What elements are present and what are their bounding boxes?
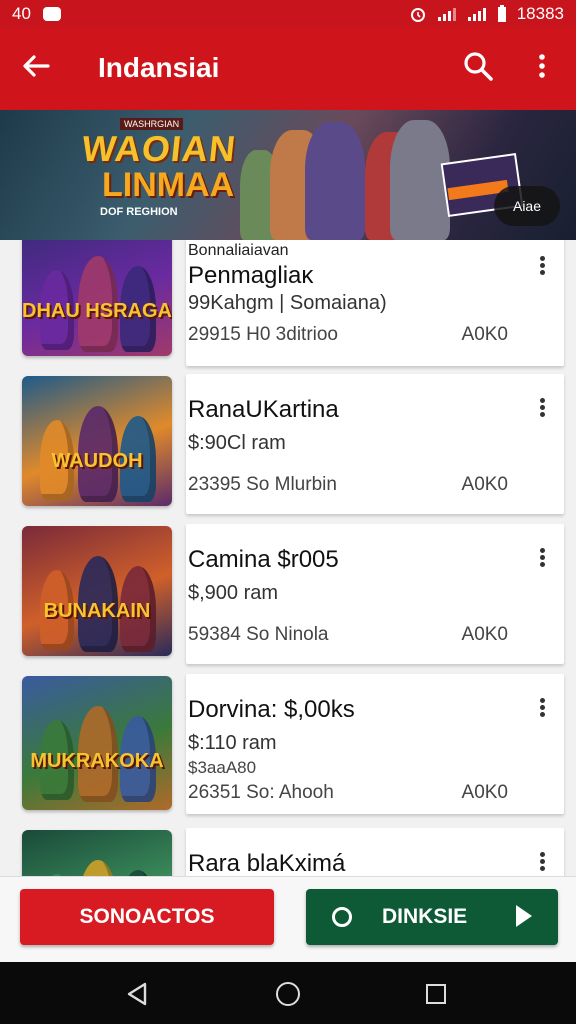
item-subtitle-2: $3aaA80 [188, 758, 257, 777]
primary-action-label: SONOACTOS [79, 905, 215, 928]
item-meta: 29915 H0 3ditrioo [188, 324, 338, 345]
thumb-title: BUNAKAIN [43, 600, 151, 622]
more-vert-icon[interactable] [534, 546, 550, 572]
item-title: Penmagliaĸ [188, 262, 314, 289]
primary-action-button[interactable]: SONOACTOS [20, 889, 274, 945]
item-title: Rara blaKximá [188, 850, 346, 876]
banner-chip-label: Aiae [512, 198, 542, 214]
banner-chip[interactable]: Aiae [494, 186, 560, 226]
item-subtitle: $:110 ram [188, 732, 277, 754]
item-subtitle: $,900 ram [188, 582, 279, 604]
thumb-character [78, 860, 118, 876]
item-price: A0K0 [461, 782, 508, 803]
item-title: Camina $r005 [188, 546, 339, 573]
item-title: Dorvina: $,00ks [188, 696, 355, 723]
promo-banner[interactable]: WASHRGIAN WAOIAN LINMAA DOF REGHION Aiae [0, 110, 576, 240]
item-meta: 26351 So: Ahooh [188, 782, 334, 803]
thumb-title: WAUDOH [51, 450, 143, 472]
hero-figure-5 [390, 120, 450, 240]
game-list: DHAU HSRAGA Bonnaliaiavan Penmagliaĸ 99K… [0, 240, 576, 876]
signal-icon [437, 8, 456, 21]
item-subtitle: 99Kahgm | Somaiana) [188, 292, 387, 314]
secondary-action-button[interactable]: DINKSIE [306, 889, 558, 945]
thumb-title: DHAU HSRAGA [22, 300, 172, 322]
banner-title-line2: LINMAA [102, 166, 235, 204]
item-meta: 23395 So Mlurbin [188, 474, 337, 495]
battery-icon [497, 5, 506, 22]
status-bar: 40 18383 [0, 0, 576, 28]
alarm-icon [410, 8, 425, 22]
status-time: 18383 [516, 4, 564, 23]
list-item[interactable]: Bonnaliaiavan Penmagliaĸ 99Kahgm | Somai… [186, 240, 564, 366]
thumb-title: MUKRAKOKA [30, 750, 164, 772]
item-price: A0K0 [461, 624, 508, 645]
item-title: RanaUKartina [188, 396, 339, 423]
circle-icon [332, 907, 352, 927]
item-price: A0K0 [461, 324, 508, 345]
item-overline: Bonnaliaiavan [188, 242, 289, 259]
page-title: Indansiai [98, 52, 220, 83]
list-item[interactable]: Camina $r005 $,900 ram 59384 So Ninola A… [186, 524, 564, 664]
signal-icon-2 [467, 8, 486, 21]
system-nav-bar [0, 962, 576, 1024]
search-icon[interactable] [462, 50, 494, 82]
nav-back-icon[interactable] [126, 982, 148, 1006]
item-thumbnail[interactable]: MUKRAKOKA [22, 676, 172, 810]
list-item[interactable]: Rara blaKximá [186, 828, 564, 876]
more-vert-icon[interactable] [534, 696, 550, 722]
more-vert-icon[interactable] [534, 850, 550, 876]
item-subtitle: $:90Cl ram [188, 432, 286, 454]
more-vert-icon[interactable] [532, 50, 552, 82]
bottom-action-bar: SONOACTOS DINKSIE [0, 876, 576, 963]
list-item[interactable]: RanaUKartina $:90Cl ram 23395 So Mlurbin… [186, 374, 564, 514]
message-icon [42, 7, 61, 21]
banner-subtitle: DOF REGHION [100, 206, 178, 218]
hero-figure-3 [305, 122, 365, 240]
back-arrow-icon[interactable] [20, 50, 52, 82]
more-vert-icon[interactable] [534, 396, 550, 422]
item-thumbnail[interactable]: WAUDOH [22, 376, 172, 506]
item-thumbnail[interactable]: DHAU HSRAGA [22, 240, 172, 356]
status-left-text: 40 [12, 4, 31, 23]
banner-title-line1: WAOIAN [79, 128, 239, 169]
nav-recents-icon[interactable] [426, 984, 446, 1004]
secondary-action-label: DINKSIE [382, 905, 468, 928]
play-icon [516, 905, 532, 927]
more-vert-icon[interactable] [534, 254, 550, 280]
app-bar: Indansiai [0, 28, 576, 110]
item-meta: 59384 So Ninola [188, 624, 329, 645]
item-thumbnail[interactable] [22, 830, 172, 876]
nav-home-icon[interactable] [276, 982, 300, 1006]
item-thumbnail[interactable]: BUNAKAIN [22, 526, 172, 656]
list-item[interactable]: Dorvina: $,00ks $:110 ram $3aaA80 26351 … [186, 674, 564, 814]
item-price: A0K0 [461, 474, 508, 495]
